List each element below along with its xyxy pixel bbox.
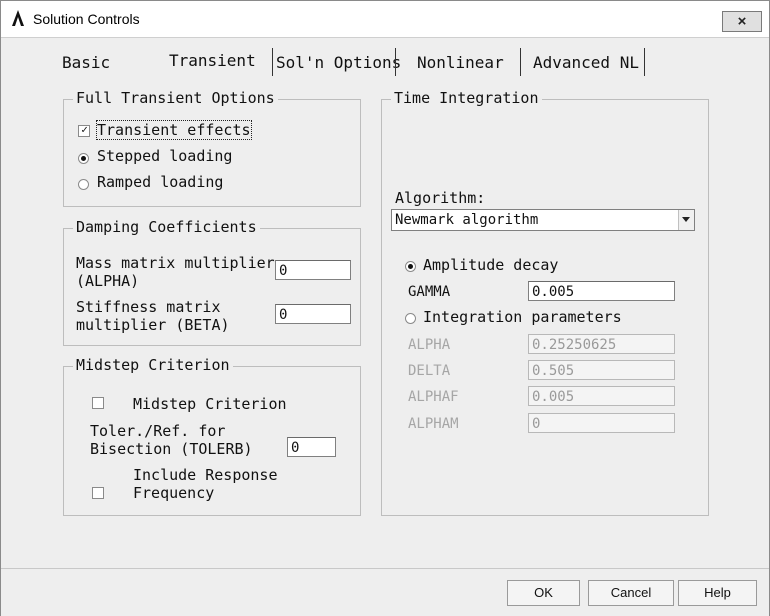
ansys-logo-icon bbox=[12, 10, 24, 26]
group-title: Full Transient Options bbox=[73, 89, 278, 107]
solution-controls-dialog: Solution Controls × Basic Transient Sol'… bbox=[0, 0, 770, 616]
alphaf-label: ALPHAF bbox=[408, 389, 459, 405]
include-response-checkbox[interactable] bbox=[92, 487, 104, 499]
amplitude-decay-label[interactable]: Amplitude decay bbox=[423, 256, 558, 274]
window-title: Solution Controls bbox=[33, 11, 140, 27]
tab-transient[interactable]: Transient bbox=[169, 51, 256, 73]
tab-separator bbox=[272, 48, 273, 76]
close-icon: × bbox=[737, 13, 747, 30]
alpham-label: ALPHAM bbox=[408, 416, 459, 432]
tab-soln-options[interactable]: Sol'n Options bbox=[276, 53, 401, 75]
alpha-damping-input[interactable]: 0 bbox=[275, 260, 351, 280]
ramped-loading-label[interactable]: Ramped loading bbox=[97, 173, 223, 191]
dropdown-arrow-button[interactable] bbox=[678, 210, 694, 230]
alphaf-input: 0.005 bbox=[528, 386, 675, 406]
algorithm-select[interactable]: Newmark algorithm bbox=[391, 209, 695, 231]
algorithm-value: Newmark algorithm bbox=[395, 212, 539, 228]
beta-damping-input[interactable]: 0 bbox=[275, 304, 351, 324]
tolerb-label: Toler./Ref. for bbox=[90, 422, 226, 440]
alpham-input: 0 bbox=[528, 413, 675, 433]
tab-separator bbox=[644, 48, 645, 76]
integration-parameters-radio[interactable] bbox=[405, 313, 416, 324]
close-button[interactable]: × bbox=[722, 11, 762, 32]
group-title: Damping Coefficients bbox=[73, 218, 260, 236]
button-bar: OK Cancel Help bbox=[1, 568, 769, 616]
transient-effects-label[interactable]: Transient effects bbox=[96, 120, 252, 140]
tolerb-input[interactable]: 0 bbox=[287, 437, 336, 457]
tab-nonlinear[interactable]: Nonlinear bbox=[417, 53, 504, 75]
tab-separator bbox=[520, 48, 521, 76]
check-icon: ✓ bbox=[81, 123, 88, 136]
gamma-label: GAMMA bbox=[408, 284, 451, 300]
stepped-loading-label[interactable]: Stepped loading bbox=[97, 147, 232, 165]
transient-effects-checkbox[interactable]: ✓ bbox=[78, 123, 90, 137]
integration-parameters-label[interactable]: Integration parameters bbox=[423, 308, 622, 326]
group-title: Midstep Criterion bbox=[73, 356, 233, 374]
delta-input: 0.505 bbox=[528, 360, 675, 380]
dialog-client: Basic Transient Sol'n Options Nonlinear … bbox=[10, 38, 762, 568]
algorithm-label: Algorithm: bbox=[395, 189, 486, 207]
include-response-label-2: Frequency bbox=[133, 484, 215, 502]
full-transient-options-group: Full Transient Options ✓ Transient effec… bbox=[63, 89, 361, 207]
time-integration-group: Time Integration Algorithm: Amplitude de… bbox=[381, 89, 709, 516]
midstep-criterion-label: Midstep Criterion bbox=[133, 395, 287, 413]
stepped-loading-radio[interactable] bbox=[78, 153, 89, 164]
amplitude-decay-radio[interactable] bbox=[405, 261, 416, 272]
gamma-input[interactable]: 0.005 bbox=[528, 281, 675, 301]
alpha-label: ALPHA bbox=[408, 337, 451, 353]
cancel-button[interactable]: Cancel bbox=[588, 580, 674, 606]
include-response-label: Include Response bbox=[133, 466, 278, 484]
tab-separator bbox=[395, 48, 396, 76]
mass-multiplier-label-2: (ALPHA) bbox=[76, 272, 140, 290]
ok-button[interactable]: OK bbox=[507, 580, 580, 606]
title-bar: Solution Controls × bbox=[1, 1, 769, 38]
stiffness-multiplier-label: Stiffness matrix bbox=[76, 298, 221, 316]
delta-label: DELTA bbox=[408, 363, 451, 379]
chevron-down-icon bbox=[682, 217, 690, 222]
stiffness-multiplier-label-2: multiplier (BETA) bbox=[76, 316, 230, 334]
group-title: Time Integration bbox=[391, 89, 542, 107]
tab-basic[interactable]: Basic bbox=[62, 53, 110, 75]
midstep-criterion-checkbox[interactable] bbox=[92, 397, 104, 409]
damping-coefficients-group: Damping Coefficients Mass matrix multipl… bbox=[63, 218, 361, 346]
ramped-loading-radio[interactable] bbox=[78, 179, 89, 190]
mass-multiplier-label: Mass matrix multiplier bbox=[76, 254, 275, 272]
help-button[interactable]: Help bbox=[678, 580, 757, 606]
alpha-input: 0.25250625 bbox=[528, 334, 675, 354]
tab-advanced-nl[interactable]: Advanced NL bbox=[533, 53, 639, 75]
midstep-criterion-group: Midstep Criterion Midstep Criterion Tole… bbox=[63, 356, 361, 516]
tolerb-label-2: Bisection (TOLERB) bbox=[90, 440, 253, 458]
